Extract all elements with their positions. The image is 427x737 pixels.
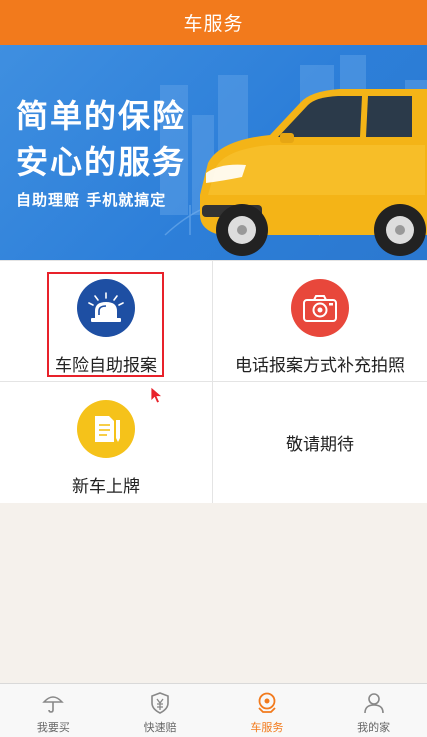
service-phone-report-photos[interactable]: 电话报案方式补充拍照 bbox=[213, 261, 427, 381]
tab-car-service[interactable]: 车服务 bbox=[214, 684, 321, 737]
camera-icon bbox=[291, 279, 349, 337]
bottom-tab-bar: 我要买 快速赔 车服务 我的家 bbox=[0, 683, 427, 737]
car-illustration bbox=[160, 55, 427, 256]
page-title: 车服务 bbox=[183, 13, 244, 35]
tab-label: 车服务 bbox=[250, 721, 284, 734]
service-coming-soon: 敬请期待 bbox=[213, 382, 427, 503]
banner-headline-2: 安心的服务 bbox=[16, 143, 187, 181]
promo-banner[interactable]: 简单的保险 安心的服务 自助理赔 手机就搞定 bbox=[0, 45, 427, 260]
car-service-icon bbox=[258, 692, 276, 713]
tab-label: 我的家 bbox=[357, 721, 391, 734]
banner-headline-1: 简单的保险 bbox=[16, 97, 187, 135]
person-icon bbox=[363, 693, 384, 714]
app-header: 车服务 bbox=[0, 0, 427, 45]
coming-soon-label: 敬请期待 bbox=[286, 435, 354, 455]
banner-text: 简单的保险 安心的服务 自助理赔 手机就搞定 bbox=[16, 93, 186, 210]
service-label: 新车上牌 bbox=[72, 477, 140, 497]
yuan-shield-icon bbox=[151, 692, 169, 714]
tab-label: 快速赔 bbox=[143, 721, 177, 734]
tab-my-home[interactable]: 我的家 bbox=[320, 684, 427, 737]
banner-subtitle: 自助理赔 手机就搞定 bbox=[16, 191, 167, 209]
tab-buy[interactable]: 我要买 bbox=[0, 684, 107, 737]
service-label: 电话报案方式补充拍照 bbox=[235, 356, 405, 376]
service-new-car-plate[interactable]: 新车上牌 bbox=[0, 382, 212, 503]
selection-highlight bbox=[47, 272, 164, 377]
umbrella-icon bbox=[42, 696, 65, 713]
mouse-cursor-icon bbox=[150, 386, 164, 404]
document-pen-icon bbox=[77, 400, 135, 458]
tab-quick-claim[interactable]: 快速赔 bbox=[107, 684, 214, 737]
tab-label: 我要买 bbox=[36, 721, 70, 734]
